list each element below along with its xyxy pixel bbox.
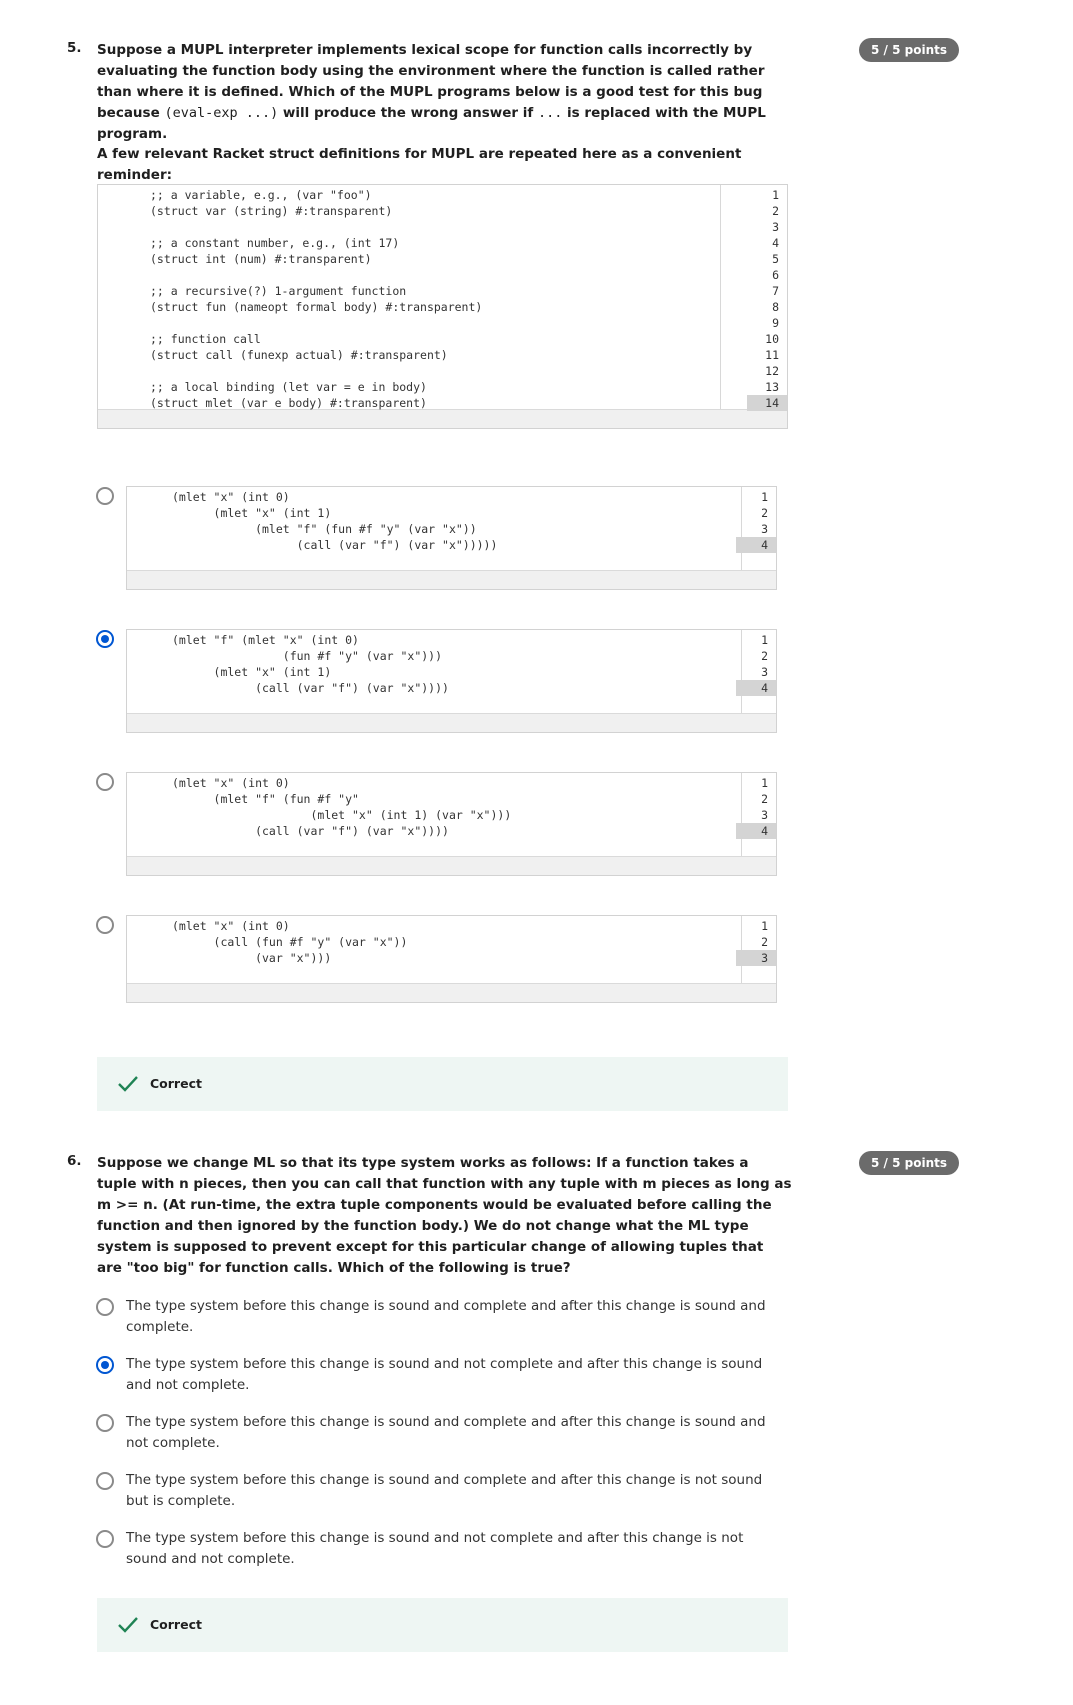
line-number: 11 bbox=[765, 348, 779, 362]
question-6-number: 6. bbox=[67, 1153, 82, 1169]
code-line: (mlet "f" (mlet "x" (int 0) bbox=[172, 633, 359, 647]
code-line: (mlet "x" (int 0) bbox=[172, 490, 290, 504]
question-6-prompt: Suppose we change ML so that its type sy… bbox=[97, 1155, 792, 1276]
code-line: ;; function call bbox=[150, 332, 261, 346]
code-line: (mlet "x" (int 0) bbox=[172, 776, 290, 790]
struct-code-block: 1 ;; a variable, e.g., (var "foo") 2 (struc… bbox=[97, 184, 788, 429]
line-number: 2 bbox=[772, 204, 779, 218]
code-line: (call (var "f") (var "x"))))) bbox=[172, 538, 498, 552]
code-line: (var "x"))) bbox=[172, 951, 332, 965]
option-radio[interactable] bbox=[96, 630, 114, 648]
code-line: (call (var "f") (var "x")))) bbox=[172, 824, 449, 838]
feedback-label: Correct bbox=[150, 1617, 202, 1632]
option-code-block[interactable]: 1 (mlet "x" (int 0) 2 (mlet "x" (int 1) 3 (… bbox=[126, 486, 777, 590]
code-line: ;; a recursive(?) 1-argument function bbox=[150, 284, 407, 298]
line-number: 2 bbox=[761, 649, 768, 663]
line-number: 6 bbox=[772, 268, 779, 282]
option-label[interactable]: The type system before this change is so… bbox=[126, 1412, 776, 1454]
option-label[interactable]: The type system before this change is so… bbox=[126, 1528, 776, 1570]
code-line: (mlet "f" (fun #f "y" (var "x")) bbox=[172, 522, 477, 536]
line-number: 2 bbox=[761, 792, 768, 806]
line-number: 1 bbox=[761, 633, 768, 647]
option-code-block[interactable]: 1 (mlet "f" (mlet "x" (int 0) 2 (fun #f "y… bbox=[126, 629, 777, 733]
line-gutter bbox=[127, 916, 169, 983]
line-number: 2 bbox=[761, 935, 768, 949]
line-number: 1 bbox=[761, 490, 768, 504]
code-line: (call (fun #f "y" (var "x")) bbox=[172, 935, 408, 949]
check-icon bbox=[118, 1076, 138, 1092]
points-badge: 5 / 5 points bbox=[859, 38, 959, 62]
line-number: 1 bbox=[772, 188, 779, 202]
code-line: (struct mlet (var e body) #:transparent) bbox=[150, 396, 427, 410]
option-label[interactable]: The type system before this change is so… bbox=[126, 1470, 776, 1512]
points-badge: 5 / 5 points bbox=[859, 1151, 959, 1175]
option-radio[interactable] bbox=[96, 1530, 114, 1548]
line-gutter bbox=[98, 185, 140, 409]
code-line: (mlet "x" (int 1) bbox=[172, 506, 332, 520]
code-line: (struct fun (nameopt formal body) #:tran… bbox=[150, 300, 483, 314]
line-number: 9 bbox=[772, 316, 779, 330]
line-number: 3 bbox=[761, 522, 768, 536]
line-number: 13 bbox=[765, 380, 779, 394]
feedback-correct-q5: Correct bbox=[97, 1057, 788, 1111]
line-number: 3 bbox=[772, 220, 779, 234]
line-gutter bbox=[127, 487, 169, 570]
code-line: (struct var (string) #:transparent) bbox=[150, 204, 393, 218]
line-number: 1 bbox=[761, 919, 768, 933]
line-number: 4 bbox=[736, 537, 776, 553]
option-label[interactable]: The type system before this change is so… bbox=[126, 1354, 776, 1396]
line-number: 4 bbox=[772, 236, 779, 250]
line-number: 3 bbox=[761, 665, 768, 679]
option-radio[interactable] bbox=[96, 916, 114, 934]
code-line: ;; a constant number, e.g., (int 17) bbox=[150, 236, 400, 250]
line-gutter bbox=[127, 630, 169, 713]
option-code-block[interactable]: 1 (mlet "x" (int 0) 2 (call (fun #f "y" (v… bbox=[126, 915, 777, 1003]
code-line: (call (var "f") (var "x")))) bbox=[172, 681, 449, 695]
code-line: (mlet "x" (int 1) bbox=[172, 665, 332, 679]
option-radio[interactable] bbox=[96, 1356, 114, 1374]
line-number: 1 bbox=[761, 776, 768, 790]
line-number: 5 bbox=[772, 252, 779, 266]
code-line: (fun #f "y" (var "x"))) bbox=[172, 649, 443, 663]
option-radio[interactable] bbox=[96, 1414, 114, 1432]
line-gutter bbox=[127, 773, 169, 856]
code-line: (mlet "x" (int 0) bbox=[172, 919, 290, 933]
line-number: 2 bbox=[761, 506, 768, 520]
line-number: 4 bbox=[736, 823, 776, 839]
option-radio[interactable] bbox=[96, 1298, 114, 1316]
line-number: 4 bbox=[736, 680, 776, 696]
option-label[interactable]: The type system before this change is so… bbox=[126, 1296, 776, 1338]
line-number: 10 bbox=[765, 332, 779, 346]
code-line: (mlet "f" (fun #f "y" bbox=[172, 792, 359, 806]
feedback-label: Correct bbox=[150, 1076, 202, 1091]
option-radio[interactable] bbox=[96, 487, 114, 505]
check-icon bbox=[118, 1617, 138, 1633]
option-code-block[interactable]: 1 (mlet "x" (int 0) 2 (mlet "f" (fun #f "y… bbox=[126, 772, 777, 876]
code-line: (struct call (funexp actual) #:transpare… bbox=[150, 348, 448, 362]
line-number: 3 bbox=[736, 950, 776, 966]
code-line: (mlet "x" (int 1) (var "x"))) bbox=[172, 808, 512, 822]
line-number: 12 bbox=[765, 364, 779, 378]
code-line: ;; a local binding (let var = e in body) bbox=[150, 380, 427, 394]
line-number: 3 bbox=[761, 808, 768, 822]
line-number: 7 bbox=[772, 284, 779, 298]
question-5-prompt: Suppose a MUPL interpreter implements le… bbox=[97, 42, 766, 142]
line-number: 8 bbox=[772, 300, 779, 314]
feedback-correct-q6: Correct bbox=[97, 1598, 788, 1652]
option-radio[interactable] bbox=[96, 773, 114, 791]
code-line: (struct int (num) #:transparent) bbox=[150, 252, 372, 266]
code-line: ;; a variable, e.g., (var "foo") bbox=[150, 188, 372, 202]
reminder-text: A few relevant Racket struct definitions… bbox=[97, 146, 742, 183]
question-5-number: 5. bbox=[67, 40, 82, 56]
option-radio[interactable] bbox=[96, 1472, 114, 1490]
line-number: 14 bbox=[747, 395, 787, 411]
